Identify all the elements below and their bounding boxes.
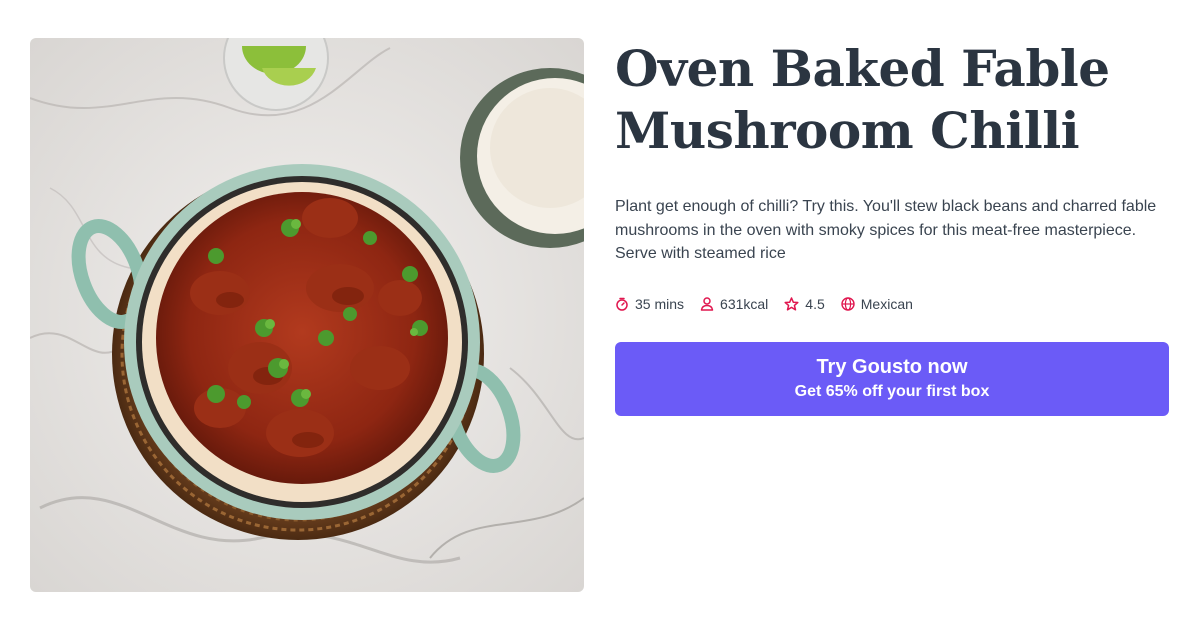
meta-rating-text: 4.5 — [805, 295, 825, 312]
try-gousto-button[interactable]: Try Gousto now Get 65% off your first bo… — [615, 341, 1169, 416]
recipe-description: Plant get enough of chilli? Try this. Yo… — [615, 198, 1157, 262]
recipe-title: Oven Baked Fable Mushroom Chilli — [615, 39, 1110, 160]
recipe-meta: 35 mins 631kcal 4.5 Mexican — [615, 296, 1170, 312]
recipe-photo — [30, 38, 584, 592]
cta-label: Try Gousto now — [816, 356, 968, 378]
star-icon — [784, 296, 799, 311]
globe-icon — [841, 296, 855, 311]
cta-sublabel: Get 65% off your first box — [794, 383, 990, 400]
meta-rating: 4.5 — [784, 295, 825, 312]
meta-calories: 631kcal — [700, 296, 768, 312]
meta-time: 35 mins — [615, 296, 684, 312]
meta-cuisine: Mexican — [841, 296, 913, 312]
meta-cuisine-text: Mexican — [860, 295, 913, 312]
meta-calories-text: 631kcal — [720, 295, 769, 312]
meta-time-text: 35 mins — [635, 295, 685, 312]
stopwatch-icon — [616, 297, 628, 311]
person-icon — [700, 296, 714, 311]
recipe-info: Oven Baked Fable Mushroom Chilli Plant g… — [615, 38, 1170, 416]
